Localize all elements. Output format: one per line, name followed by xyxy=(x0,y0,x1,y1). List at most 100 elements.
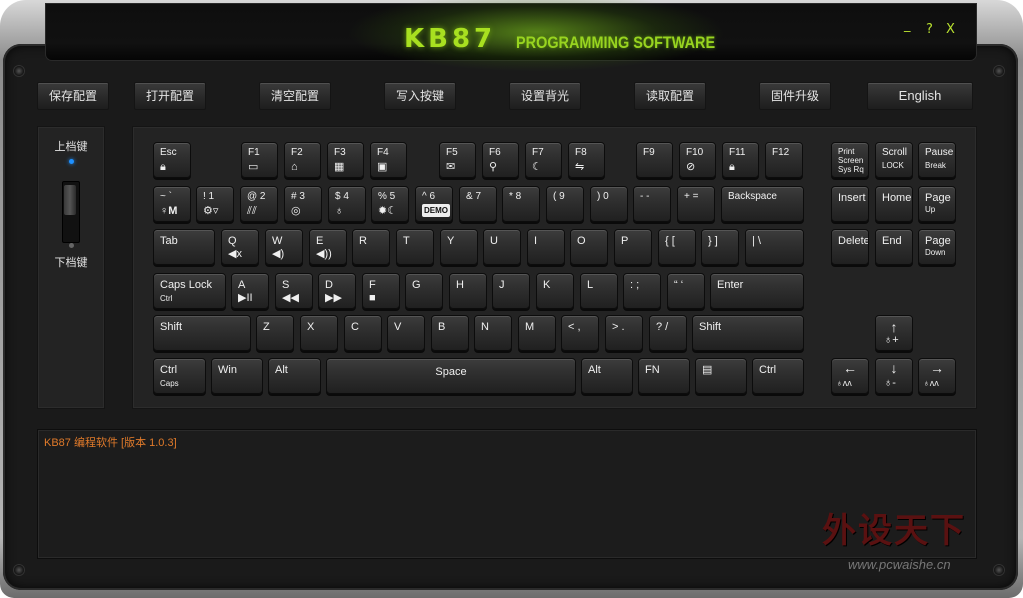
save-config-button[interactable]: 保存配置 xyxy=(37,82,109,110)
key-p[interactable]: P xyxy=(614,229,652,265)
key-period[interactable]: > . xyxy=(605,315,643,351)
key-j[interactable]: J xyxy=(492,273,530,309)
key-8[interactable]: * 8 xyxy=(502,186,540,222)
key-equal[interactable]: + = xyxy=(677,186,715,222)
key-up-arrow[interactable]: ↑ ♁+ xyxy=(875,315,913,351)
key-4[interactable]: $ 4 ♁ xyxy=(328,186,366,222)
key-right-bracket[interactable]: } ] xyxy=(701,229,739,265)
key-space[interactable]: Space xyxy=(326,358,576,394)
language-button[interactable]: English xyxy=(867,82,973,110)
key-1[interactable]: ! 1 ⚙▿ xyxy=(196,186,234,222)
open-config-button[interactable]: 打开配置 xyxy=(134,82,206,110)
key-f6[interactable]: F6 ⚲ xyxy=(482,142,519,178)
key-t[interactable]: T xyxy=(396,229,434,265)
clear-config-button[interactable]: 清空配置 xyxy=(259,82,331,110)
key-f5[interactable]: F5 ✉ xyxy=(439,142,476,178)
key-x[interactable]: X xyxy=(300,315,338,351)
key-fn[interactable]: FN xyxy=(638,358,690,394)
key-f3[interactable]: F3 ▦ xyxy=(327,142,364,178)
key-z[interactable]: Z xyxy=(256,315,294,351)
key-k[interactable]: K xyxy=(536,273,574,309)
key-menu[interactable]: ▤ xyxy=(695,358,747,394)
key-comma[interactable]: < , xyxy=(561,315,599,351)
key-f1[interactable]: F1 ▭ xyxy=(241,142,278,178)
minimize-button[interactable]: _ xyxy=(904,18,911,33)
key-3[interactable]: # 3 ◎ xyxy=(284,186,322,222)
key-down-arrow[interactable]: ↓ ♁- xyxy=(875,358,913,394)
key-left-bracket[interactable]: { [ xyxy=(658,229,696,265)
key-s[interactable]: S ◀◀ xyxy=(275,273,313,309)
key-i[interactable]: I xyxy=(527,229,565,265)
key-left-alt[interactable]: Alt xyxy=(268,358,321,394)
key-a[interactable]: A ▶II xyxy=(231,273,269,309)
key-right-arrow[interactable]: → ♁ᴧᴧ xyxy=(918,358,956,394)
key-d[interactable]: D ▶▶ xyxy=(318,273,356,309)
key-print-screen[interactable]: Print Screen Sys Rq xyxy=(831,142,869,178)
key-u[interactable]: U xyxy=(483,229,521,265)
key-h[interactable]: H xyxy=(449,273,487,309)
key-y[interactable]: Y xyxy=(440,229,478,265)
key-minus[interactable]: - - xyxy=(633,186,671,222)
key-f7[interactable]: F7 ☾ xyxy=(525,142,562,178)
key-m[interactable]: M xyxy=(518,315,556,351)
key-quote[interactable]: “ ‘ xyxy=(667,273,705,309)
key-o[interactable]: O xyxy=(570,229,608,265)
key-6[interactable]: ^ 6 DEMO xyxy=(415,186,453,222)
key-scroll-lock[interactable]: Scroll LOCK xyxy=(875,142,913,178)
key-f4[interactable]: F4 ▣ xyxy=(370,142,407,178)
key-page-up[interactable]: Page Up xyxy=(918,186,956,222)
key-esc[interactable]: Esc 🔒︎ xyxy=(153,142,191,178)
key-f8[interactable]: F8 ⇋ xyxy=(568,142,605,178)
key-5[interactable]: % 5 ✹☾ xyxy=(371,186,409,222)
key-w[interactable]: W ◀) xyxy=(265,229,303,265)
layer-slider-knob[interactable] xyxy=(64,185,76,215)
write-keys-button[interactable]: 写入按键 xyxy=(384,82,456,110)
key-2[interactable]: @ 2 ⫽⫽ xyxy=(240,186,278,222)
close-button[interactable]: X xyxy=(946,22,955,37)
key-f2[interactable]: F2 ⌂ xyxy=(284,142,321,178)
key-home[interactable]: Home xyxy=(875,186,913,222)
key-f[interactable]: F ■ xyxy=(362,273,400,309)
key-delete[interactable]: Delete xyxy=(831,229,869,265)
key-n[interactable]: N xyxy=(474,315,512,351)
key-left-ctrl[interactable]: Ctrl Caps xyxy=(153,358,206,394)
key-win[interactable]: Win xyxy=(211,358,263,394)
key-e[interactable]: E ◀)) xyxy=(309,229,347,265)
key-f10[interactable]: F10 ⊘ xyxy=(679,142,716,178)
key-7[interactable]: & 7 xyxy=(459,186,497,222)
key-caps-lock[interactable]: Caps Lock Ctrl xyxy=(153,273,226,309)
key-q[interactable]: Q ◀x xyxy=(221,229,259,265)
key-insert[interactable]: Insert xyxy=(831,186,869,222)
key-slash[interactable]: ? / xyxy=(649,315,687,351)
key-right-ctrl[interactable]: Ctrl xyxy=(752,358,804,394)
read-config-button[interactable]: 读取配置 xyxy=(634,82,706,110)
key-9[interactable]: ( 9 xyxy=(546,186,584,222)
key-f11[interactable]: F11 🔒︎ xyxy=(722,142,759,178)
firmware-upgrade-button[interactable]: 固件升级 xyxy=(759,82,831,110)
key-tilde[interactable]: ~ ` ♀M xyxy=(153,186,191,222)
key-left-shift[interactable]: Shift xyxy=(153,315,251,351)
key-g[interactable]: G xyxy=(405,273,443,309)
key-end[interactable]: End xyxy=(875,229,913,265)
key-r[interactable]: R xyxy=(352,229,390,265)
key-left-arrow[interactable]: ← ♁ᴧᴧ xyxy=(831,358,869,394)
key-backspace[interactable]: Backspace xyxy=(721,186,804,222)
key-f9[interactable]: F9 xyxy=(636,142,673,178)
key-pause[interactable]: Pause Break xyxy=(918,142,956,178)
key-c[interactable]: C xyxy=(344,315,382,351)
key-f12[interactable]: F12 xyxy=(765,142,803,178)
lower-layer-label[interactable]: 下档键 xyxy=(38,254,104,270)
key-v[interactable]: V xyxy=(387,315,425,351)
key-page-down[interactable]: Page Down xyxy=(918,229,956,265)
upper-layer-label[interactable]: 上档键 xyxy=(38,138,104,154)
key-right-shift[interactable]: Shift xyxy=(692,315,804,351)
key-0[interactable]: ) 0 xyxy=(590,186,628,222)
key-l[interactable]: L xyxy=(580,273,618,309)
key-backslash[interactable]: | \ xyxy=(745,229,804,265)
set-backlight-button[interactable]: 设置背光 xyxy=(509,82,581,110)
key-b[interactable]: B xyxy=(431,315,469,351)
key-tab[interactable]: Tab xyxy=(153,229,215,265)
key-right-alt[interactable]: Alt xyxy=(581,358,633,394)
help-button[interactable]: ? xyxy=(926,22,933,37)
key-enter[interactable]: Enter xyxy=(710,273,804,309)
